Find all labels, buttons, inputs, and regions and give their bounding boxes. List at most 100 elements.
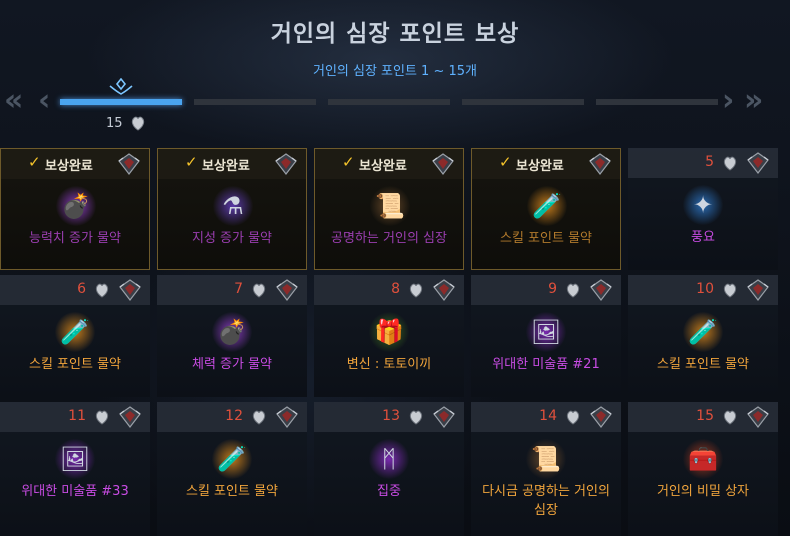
giant-heart-icon bbox=[565, 407, 581, 426]
current-points: 15 bbox=[106, 116, 123, 131]
reward-cell[interactable]: ✓ 보상완료 💣 능력치 증가 물약 bbox=[0, 148, 150, 270]
crest-icon bbox=[274, 152, 298, 176]
reward-name: 변신 : 토토이끼 bbox=[346, 357, 432, 372]
giant-heart-icon bbox=[722, 280, 738, 299]
page-tab-3[interactable] bbox=[328, 99, 450, 105]
giant-heart-icon bbox=[722, 153, 738, 172]
page-tab-1[interactable] bbox=[60, 99, 182, 105]
crest-icon bbox=[432, 405, 456, 429]
reward-name: 체력 증가 물약 bbox=[191, 357, 273, 372]
chest-red-icon: 🧰 bbox=[683, 439, 723, 479]
crest-icon bbox=[746, 151, 770, 175]
reward-cell[interactable]: 8 🎁 변신 : 토토이끼 bbox=[314, 275, 464, 397]
reward-name: 스킬 포인트 물약 bbox=[186, 484, 278, 499]
giant-heart-icon bbox=[131, 116, 145, 131]
crest-icon bbox=[275, 405, 299, 429]
reward-required-points: 10 bbox=[696, 281, 714, 297]
reward-name: 스킬 포인트 물약 bbox=[500, 231, 592, 246]
check-icon: ✓ bbox=[342, 153, 355, 171]
reward-cell[interactable]: 14 📜 다시금 공명하는 거인의 심장 bbox=[471, 402, 621, 536]
crest-icon bbox=[589, 278, 613, 302]
chest-green-icon: 🎁 bbox=[369, 312, 409, 352]
potion-blue-icon: 🧪 bbox=[527, 186, 567, 226]
page-tab-5[interactable] bbox=[596, 99, 718, 105]
reward-name: 위대한 미술품 #21 bbox=[492, 357, 600, 372]
page-tab-4[interactable] bbox=[462, 99, 584, 105]
giant-heart-icon bbox=[722, 407, 738, 426]
reward-name: 공명하는 거인의 심장 bbox=[331, 231, 447, 246]
giant-heart-icon bbox=[408, 280, 424, 299]
crest-icon bbox=[117, 152, 141, 176]
reward-required-points: 7 bbox=[234, 281, 243, 297]
crest-icon bbox=[432, 278, 456, 302]
reward-required-points: 8 bbox=[391, 281, 400, 297]
reward-cell[interactable]: ✓ 보상완료 📜 공명하는 거인의 심장 bbox=[314, 148, 464, 270]
giant-heart-icon bbox=[251, 280, 267, 299]
reward-name: 지성 증가 물약 bbox=[191, 231, 273, 246]
painting-icon: 🖼 bbox=[526, 312, 566, 352]
painting-icon: 🖼 bbox=[55, 439, 95, 479]
reward-cell[interactable]: 5 ✦ 풍요 bbox=[628, 148, 778, 270]
reward-cell[interactable]: 15 🧰 거인의 비밀 상자 bbox=[628, 402, 778, 536]
page-tab-2[interactable] bbox=[194, 99, 316, 105]
reward-name: 집중 bbox=[377, 484, 401, 499]
reward-status: 보상완료 bbox=[516, 159, 564, 174]
reward-status: 보상완료 bbox=[45, 159, 93, 174]
reward-name: 풍요 bbox=[691, 230, 715, 245]
reward-name: 다시금 공명하는 거인의 심장 bbox=[482, 484, 610, 518]
reward-name: 스킬 포인트 물약 bbox=[657, 357, 749, 372]
next-page-far-button[interactable]: » bbox=[744, 86, 763, 116]
crest-icon bbox=[431, 152, 455, 176]
crest-icon bbox=[746, 278, 770, 302]
potion-bomb-icon: 💣 bbox=[212, 312, 252, 352]
crest-icon bbox=[589, 405, 613, 429]
crest-icon bbox=[588, 152, 612, 176]
scroll-icon: 📜 bbox=[526, 439, 566, 479]
potion-blue-icon: 🧪 bbox=[212, 439, 252, 479]
reward-required-points: 14 bbox=[539, 408, 557, 424]
reward-cell[interactable]: 9 🖼 위대한 미술품 #21 bbox=[471, 275, 621, 397]
scroll-icon: 📜 bbox=[370, 186, 410, 226]
prev-page-far-button[interactable]: « bbox=[4, 86, 23, 116]
potion-flask-icon: ⚗ bbox=[213, 186, 253, 226]
reward-cell[interactable]: 7 💣 체력 증가 물약 bbox=[157, 275, 307, 397]
reward-required-points: 6 bbox=[77, 281, 86, 297]
reward-cell[interactable]: ✓ 보상완료 ⚗ 지성 증가 물약 bbox=[157, 148, 307, 270]
reward-name: 거인의 비밀 상자 bbox=[657, 484, 749, 499]
reward-cell[interactable]: 12 🧪 스킬 포인트 물약 bbox=[157, 402, 307, 536]
reward-cell[interactable]: 6 🧪 스킬 포인트 물약 bbox=[0, 275, 150, 397]
giant-heart-icon bbox=[94, 407, 110, 426]
crest-icon bbox=[746, 405, 770, 429]
check-icon: ✓ bbox=[185, 153, 198, 171]
potion-bomb-icon: 💣 bbox=[56, 186, 96, 226]
reward-cell[interactable]: 11 🖼 위대한 미술품 #33 bbox=[0, 402, 150, 536]
progress-marker-icon bbox=[109, 78, 133, 95]
check-icon: ✓ bbox=[499, 153, 512, 171]
reward-status: 보상완료 bbox=[359, 159, 407, 174]
reward-required-points: 11 bbox=[68, 408, 86, 424]
reward-cell[interactable]: ✓ 보상완료 🧪 스킬 포인트 물약 bbox=[471, 148, 621, 270]
reward-status: 보상완료 bbox=[202, 159, 250, 174]
reward-cell[interactable]: 13 ᛗ 집중 bbox=[314, 402, 464, 536]
prev-page-button[interactable]: ‹ bbox=[38, 86, 50, 116]
crest-icon bbox=[118, 278, 142, 302]
next-page-button[interactable]: › bbox=[722, 86, 734, 116]
rune-blue-icon: ✦ bbox=[683, 185, 723, 225]
crest-icon bbox=[275, 278, 299, 302]
giant-heart-icon bbox=[94, 280, 110, 299]
crest-icon bbox=[118, 405, 142, 429]
page-title: 거인의 심장 포인트 보상 bbox=[270, 21, 520, 47]
reward-cell[interactable]: 10 🧪 스킬 포인트 물약 bbox=[628, 275, 778, 397]
giant-heart-icon bbox=[565, 280, 581, 299]
potion-blue-icon: 🧪 bbox=[55, 312, 95, 352]
giant-heart-icon bbox=[408, 407, 424, 426]
reward-name: 스킬 포인트 물약 bbox=[29, 357, 121, 372]
reward-name: 능력치 증가 물약 bbox=[29, 231, 121, 246]
reward-required-points: 5 bbox=[705, 154, 714, 170]
rune-purple-icon: ᛗ bbox=[369, 439, 409, 479]
reward-required-points: 15 bbox=[696, 408, 714, 424]
reward-required-points: 13 bbox=[382, 408, 400, 424]
reward-name: 위대한 미술품 #33 bbox=[21, 484, 129, 499]
potion-blue-icon: 🧪 bbox=[683, 312, 723, 352]
reward-required-points: 9 bbox=[548, 281, 557, 297]
